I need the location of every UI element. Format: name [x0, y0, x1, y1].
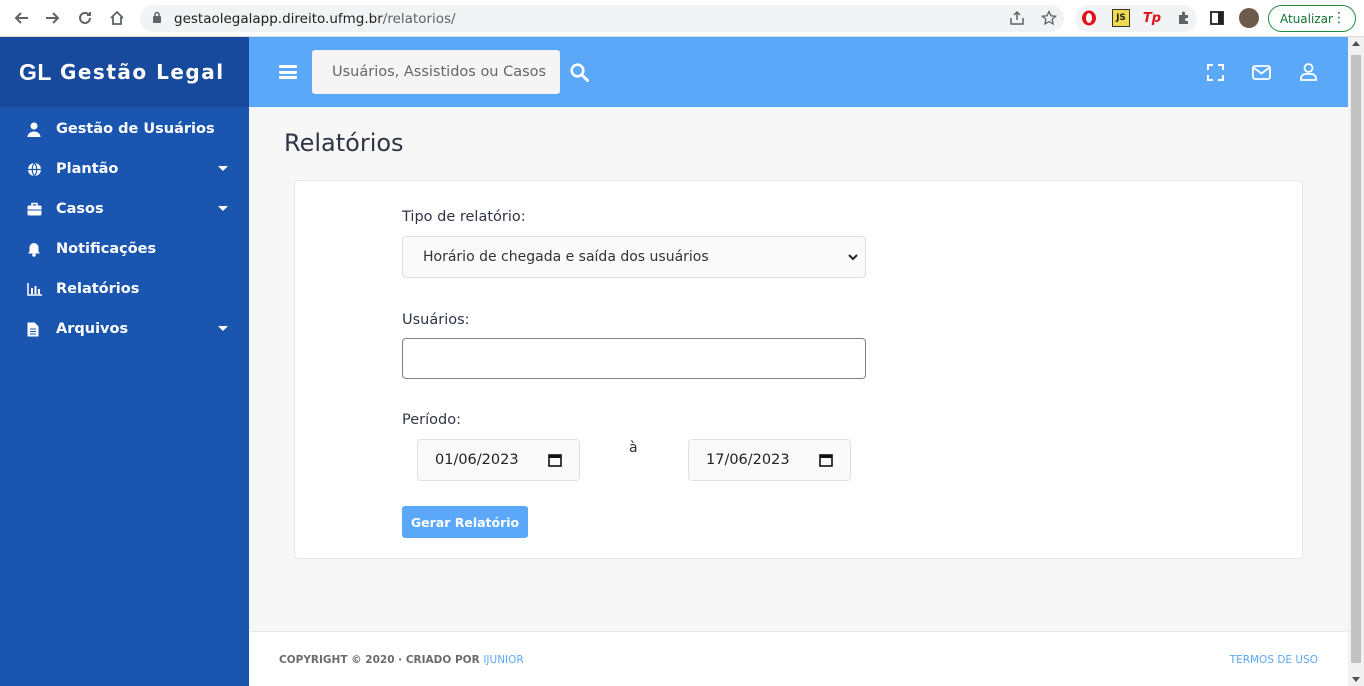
sidebar-item-notificacoes[interactable]: Notificações: [0, 229, 249, 269]
brand-logo[interactable]: GL Gestão Legal: [0, 37, 249, 107]
back-icon[interactable]: [10, 7, 32, 29]
period-label: Período:: [402, 412, 461, 428]
end-date-input[interactable]: 17/06/2023: [688, 439, 851, 481]
user-profile-icon[interactable]: [1298, 62, 1318, 82]
sidebar-item-label: Notificações: [56, 241, 157, 257]
sidebar-item-label: Relatórios: [56, 281, 140, 297]
brand-abbr: GL: [19, 58, 52, 85]
mail-icon[interactable]: [1251, 62, 1271, 82]
topbar: [249, 37, 1348, 107]
generate-report-button[interactable]: Gerar Relatório: [402, 506, 528, 538]
reload-icon[interactable]: [74, 7, 96, 29]
fullscreen-icon[interactable]: [1205, 62, 1225, 82]
search-icon[interactable]: [569, 62, 589, 82]
period-separator: à: [629, 440, 638, 456]
opera-icon[interactable]: [1080, 9, 1098, 27]
report-type-value: Horário de chegada e saída dos usuários: [423, 249, 709, 265]
scroll-down-icon[interactable]: [1352, 677, 1360, 682]
copyright-text: COPYRIGHT © 2020 · CRIADO POR: [279, 654, 484, 666]
sidebar-item-casos[interactable]: Casos: [0, 189, 249, 229]
update-label: Atualizar: [1280, 11, 1333, 26]
star-icon[interactable]: [1040, 9, 1058, 27]
js-extension-icon[interactable]: JS: [1112, 9, 1130, 27]
file-icon: [27, 322, 56, 337]
sidebar: GL Gestão Legal Gestão de Usuários Plant…: [0, 37, 249, 686]
url-host: gestaolegalapp.direito.ufmg.br: [174, 10, 383, 27]
calendar-icon[interactable]: [819, 453, 833, 467]
terms-link[interactable]: TERMOS DE USO: [1230, 654, 1318, 666]
report-type-select[interactable]: Horário de chegada e saída dos usuários: [402, 236, 866, 278]
search-input[interactable]: [312, 50, 560, 94]
profile-avatar-icon[interactable]: [1239, 8, 1259, 28]
home-icon[interactable]: [106, 7, 128, 29]
forward-icon[interactable]: [42, 7, 64, 29]
bell-icon: [27, 242, 56, 257]
sidebar-item-gestao-usuarios[interactable]: Gestão de Usuários: [0, 109, 249, 149]
share-icon[interactable]: [1008, 9, 1026, 27]
chevron-down-icon: [218, 166, 228, 171]
start-date-input[interactable]: 01/06/2023: [417, 439, 580, 481]
user-icon: [27, 122, 56, 137]
page-title: Relatórios: [284, 129, 404, 157]
briefcase-icon: [27, 202, 56, 216]
sidebar-item-arquivos[interactable]: Arquivos: [0, 309, 249, 349]
users-input[interactable]: [402, 338, 866, 379]
globe-icon: [27, 162, 56, 177]
scroll-thumb[interactable]: [1351, 55, 1361, 663]
footer: COPYRIGHT © 2020 · CRIADO POR IJUNIOR TE…: [249, 631, 1348, 686]
sidebar-item-relatorios[interactable]: Relatórios: [0, 269, 249, 309]
puzzle-icon[interactable]: [1175, 9, 1193, 27]
lock-icon: [152, 11, 168, 26]
url-path: /relatorios/: [382, 10, 456, 27]
scroll-up-icon[interactable]: [1352, 41, 1360, 46]
chevron-down-icon: [218, 326, 228, 331]
chevron-down-icon: [846, 250, 860, 264]
creator-link[interactable]: IJUNIOR: [483, 654, 523, 666]
calendar-icon[interactable]: [548, 453, 562, 467]
sidebar-item-plantao[interactable]: Plantão: [0, 149, 249, 189]
update-button[interactable]: Atualizar ⋮: [1268, 5, 1356, 32]
report-type-label: Tipo de relatório:: [402, 209, 526, 225]
sidepanel-icon[interactable]: [1208, 9, 1226, 27]
browser-toolbar: gestaolegalapp.direito.ufmg.br/relatorio…: [0, 0, 1364, 37]
menu-toggle-icon[interactable]: [279, 65, 297, 79]
chart-icon: [27, 282, 56, 296]
sidebar-item-label: Casos: [56, 201, 104, 217]
more-vertical-icon[interactable]: ⋮: [1332, 10, 1346, 26]
address-bar[interactable]: gestaolegalapp.direito.ufmg.br/relatorio…: [140, 5, 1064, 32]
sidebar-item-label: Gestão de Usuários: [56, 121, 215, 137]
sidebar-item-label: Plantão: [56, 161, 119, 177]
page-scrollbar[interactable]: [1348, 37, 1364, 686]
tp-extension-icon[interactable]: Tp: [1143, 9, 1161, 27]
start-date-value: 01/06/2023: [435, 452, 519, 468]
chevron-down-icon: [218, 206, 228, 211]
footer-copyright: COPYRIGHT © 2020 · CRIADO POR IJUNIOR: [279, 654, 524, 666]
sidebar-item-label: Arquivos: [56, 321, 129, 337]
brand-name: Gestão Legal: [59, 60, 225, 84]
users-label: Usuários:: [402, 312, 470, 328]
end-date-value: 17/06/2023: [706, 452, 790, 468]
